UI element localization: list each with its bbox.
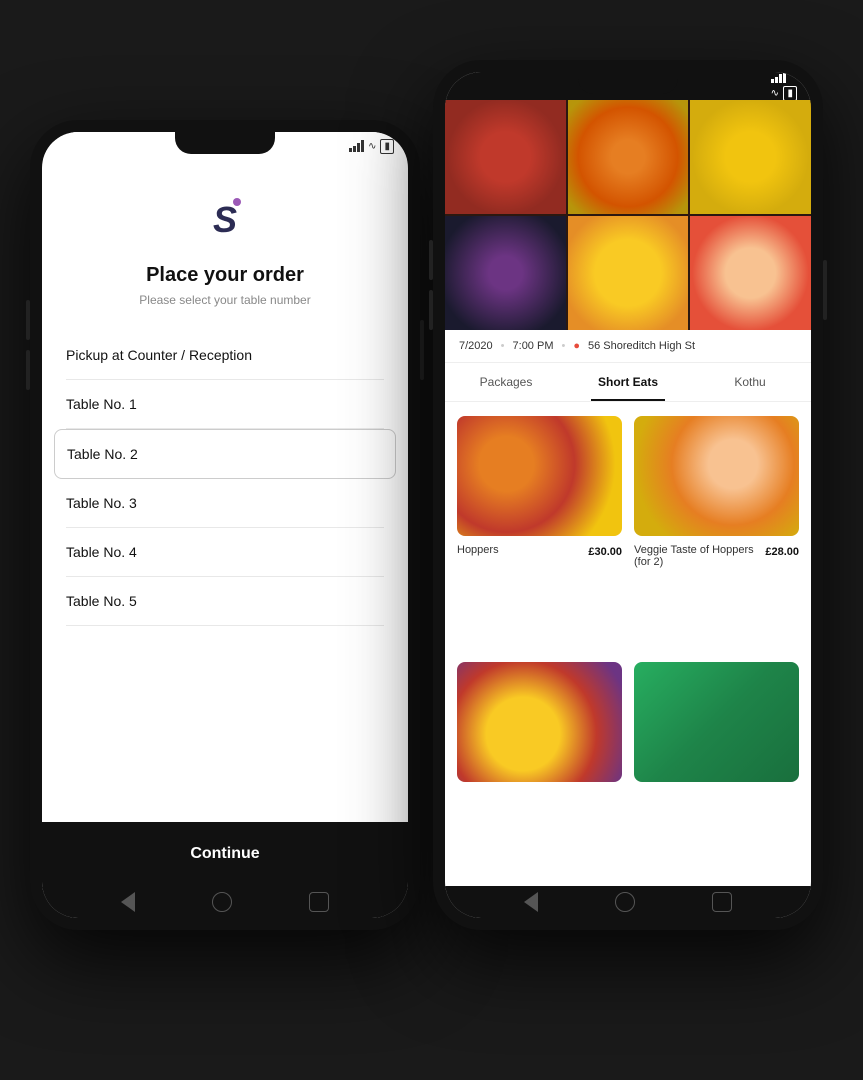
- menu-card-img-hoppers: [457, 416, 622, 536]
- location-text: 56 Shoreditch High St: [588, 340, 695, 352]
- home-button[interactable]: [212, 892, 232, 912]
- notch-1: [175, 132, 275, 154]
- order-screen: ∿ ▮ S Place your order Please select you…: [42, 132, 408, 918]
- power-button-2[interactable]: [823, 260, 827, 320]
- menu-tabs: Packages Short Eats Kothu: [445, 363, 811, 402]
- phone-1-screen: ∿ ▮ S Place your order Please select you…: [42, 132, 408, 918]
- restaurant-screen: ∿ ▮ 7/2020 • 7:00 PM: [445, 72, 811, 918]
- table-option-5[interactable]: Table No. 5: [66, 577, 384, 626]
- restaurant-info-bar: 7/2020 • 7:00 PM • ● 56 Shoreditch High …: [445, 330, 811, 363]
- volume-up-button-2[interactable]: [429, 240, 433, 280]
- table-option-4[interactable]: Table No. 4: [66, 528, 384, 577]
- wifi-icon-2: ∿: [771, 88, 779, 99]
- time-text: 7:00 PM: [513, 340, 554, 352]
- menu-card-hoppers[interactable]: Hoppers £30.00: [457, 416, 622, 650]
- menu-card-3[interactable]: [457, 662, 622, 872]
- recents-button[interactable]: [309, 892, 329, 912]
- order-subtitle: Please select your table number: [42, 293, 408, 307]
- tab-short-eats[interactable]: Short Eats: [567, 363, 689, 401]
- battery-icon: ▮: [380, 139, 394, 154]
- power-button[interactable]: [420, 320, 424, 380]
- food-cell-6: [690, 216, 811, 330]
- phone-2-screen: ∿ ▮ 7/2020 • 7:00 PM: [445, 72, 811, 918]
- notch-2: [578, 72, 678, 94]
- logo-dot: [233, 198, 241, 206]
- separator-2: •: [561, 340, 565, 352]
- menu-card-name-veggie: Veggie Taste of Hoppers (for 2): [634, 544, 765, 568]
- date-text: 7/2020: [459, 340, 493, 352]
- menu-card-info-hoppers: Hoppers £30.00: [457, 544, 622, 558]
- food-cell-2: [568, 100, 689, 214]
- app-logo: S: [201, 196, 249, 244]
- home-bar-1: [42, 886, 408, 918]
- separator-1: •: [501, 340, 505, 352]
- menu-card-info-veggie: Veggie Taste of Hoppers (for 2) £28.00: [634, 544, 799, 568]
- table-option-3[interactable]: Table No. 3: [66, 479, 384, 528]
- wifi-icon: ∿: [368, 141, 376, 152]
- menu-card-price-veggie: £28.00: [765, 546, 799, 558]
- menu-card-img-veggie: [634, 416, 799, 536]
- volume-up-button[interactable]: [26, 300, 30, 340]
- logo-letter: S: [213, 202, 237, 238]
- food-mosaic: [445, 100, 811, 330]
- signal-icon-2: [771, 72, 797, 83]
- phone-2: ∿ ▮ 7/2020 • 7:00 PM: [433, 60, 823, 930]
- menu-card-price-hoppers: £30.00: [588, 546, 622, 558]
- home-button-2[interactable]: [615, 892, 635, 912]
- battery-icon-2: ▮: [783, 86, 797, 101]
- order-title: Place your order: [42, 264, 408, 287]
- logo-area: S: [42, 160, 408, 264]
- recents-button-2[interactable]: [712, 892, 732, 912]
- back-button[interactable]: [121, 892, 135, 912]
- volume-down-button-2[interactable]: [429, 290, 433, 330]
- table-option-2[interactable]: Table No. 2: [54, 429, 396, 479]
- menu-card-veggie[interactable]: Veggie Taste of Hoppers (for 2) £28.00: [634, 416, 799, 650]
- location-icon: ●: [573, 340, 580, 352]
- status-icons-2: ∿ ▮: [771, 72, 797, 101]
- menu-grid: Hoppers £30.00 Veggie Taste of Hoppers (…: [445, 402, 811, 886]
- home-bar-2: [445, 886, 811, 918]
- menu-card-img-3: [457, 662, 622, 782]
- status-bar-2: ∿ ▮: [445, 72, 811, 100]
- continue-button[interactable]: Continue: [42, 822, 408, 886]
- food-cell-1: [445, 100, 566, 214]
- restaurant-hero-image: [445, 100, 811, 330]
- menu-card-4[interactable]: [634, 662, 799, 872]
- table-list: Pickup at Counter / Reception Table No. …: [42, 331, 408, 822]
- food-cell-5: [568, 216, 689, 330]
- food-cell-4: [445, 216, 566, 330]
- signal-icon: [349, 140, 364, 152]
- back-button-2[interactable]: [524, 892, 538, 912]
- menu-card-name-hoppers: Hoppers: [457, 544, 499, 556]
- tab-packages[interactable]: Packages: [445, 363, 567, 401]
- food-cell-3: [690, 100, 811, 214]
- volume-down-button[interactable]: [26, 350, 30, 390]
- phone-1: ∿ ▮ S Place your order Please select you…: [30, 120, 420, 930]
- menu-card-img-4: [634, 662, 799, 782]
- status-icons-1: ∿ ▮: [349, 139, 394, 154]
- table-option-counter[interactable]: Pickup at Counter / Reception: [66, 331, 384, 380]
- table-option-1[interactable]: Table No. 1: [66, 380, 384, 429]
- status-bar-1: ∿ ▮: [42, 132, 408, 160]
- tab-kothu[interactable]: Kothu: [689, 363, 811, 401]
